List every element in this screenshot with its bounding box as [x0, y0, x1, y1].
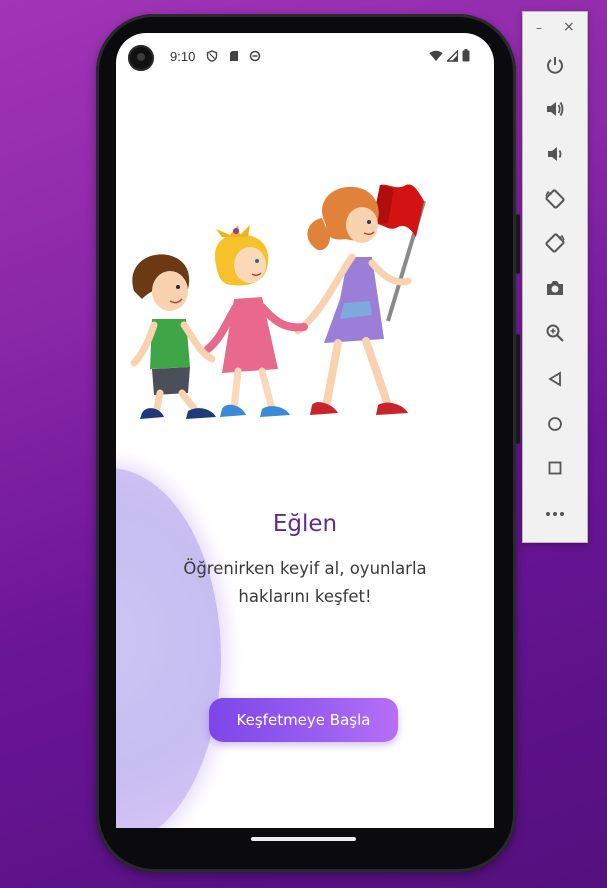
volume-down-icon — [548, 147, 562, 161]
cellular-signal-icon — [447, 49, 458, 62]
volume-up-button[interactable] — [540, 94, 570, 124]
phone-frame: 9:10 Eğlen Öğrenirken keyif al, oyunlarl… — [96, 14, 520, 872]
onboarding-title: Eğlen — [272, 511, 338, 537]
home-icon — [548, 417, 562, 431]
home-button[interactable] — [540, 409, 570, 439]
rotate-left-icon — [545, 189, 565, 209]
screenshot-button[interactable] — [540, 273, 570, 303]
minimize-button[interactable]: – — [536, 21, 542, 35]
volume-up-icon — [547, 102, 564, 116]
wifi-icon — [429, 50, 443, 61]
more-button[interactable] — [540, 499, 570, 529]
emulator-toolbar: – × — [522, 11, 588, 543]
front-camera — [128, 45, 154, 71]
rotate-right-button[interactable] — [540, 228, 570, 258]
back-icon — [548, 371, 561, 387]
onboarding-subtitle: Öğrenirken keyif al, oyunlarla haklarını… — [183, 559, 427, 606]
overview-icon — [548, 461, 562, 475]
close-button[interactable]: × — [563, 19, 575, 35]
more-icon — [546, 512, 564, 516]
volume-down-button[interactable] — [540, 139, 570, 169]
power-icon — [547, 57, 563, 74]
power-side-button — [516, 214, 520, 274]
status-time: 9:10 — [170, 49, 196, 64]
battery-icon — [462, 49, 470, 62]
emulator-window-controls: – × — [523, 12, 587, 44]
boy-in-green — [130, 254, 216, 419]
start-exploring-button[interactable]: Keşfetmeye Başla — [209, 698, 398, 742]
status-bar: 9:10 — [116, 33, 494, 81]
red-flag — [372, 184, 426, 322]
rotate-left-button[interactable] — [540, 184, 570, 214]
sd-card-icon — [230, 51, 238, 61]
camera-icon — [547, 281, 563, 295]
rotate-right-icon — [545, 233, 565, 253]
overview-button[interactable] — [540, 453, 570, 483]
sync-icon — [249, 50, 261, 62]
power-button[interactable] — [540, 50, 570, 80]
zoom-button[interactable] — [540, 318, 570, 348]
gesture-nav-bar[interactable] — [251, 837, 356, 841]
zoom-icon — [546, 324, 564, 342]
children-walking-with-flag-illustration — [130, 184, 426, 419]
girl-in-pink — [204, 225, 308, 417]
shield-icon — [206, 50, 218, 62]
volume-side-button — [516, 334, 520, 444]
back-button[interactable] — [540, 364, 570, 394]
app-screen: 9:10 Eğlen Öğrenirken keyif al, oyunlarl… — [116, 33, 494, 828]
